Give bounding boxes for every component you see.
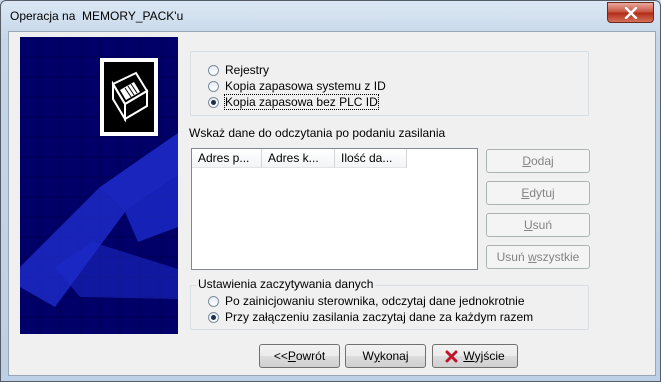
edit-button[interactable]: Edytuj bbox=[486, 181, 590, 205]
remove-button[interactable]: Usuń bbox=[486, 213, 590, 237]
radio-label: Po zainicjowaniu sterownika, odczytaj da… bbox=[225, 294, 525, 308]
edit-label-post: dytuj bbox=[529, 186, 555, 200]
read-addresses-list[interactable]: Adres p... Adres k... Ilość da... bbox=[191, 148, 478, 270]
column-header-end-address[interactable]: Adres k... bbox=[262, 149, 335, 168]
remove-all-button[interactable]: Usuń w szystkie bbox=[486, 245, 590, 269]
x-icon bbox=[445, 350, 458, 362]
radio-label: Rejestry bbox=[225, 63, 270, 77]
list-header: Adres p... Adres k... Ilość da... bbox=[192, 149, 407, 168]
back-button[interactable]: << Powrót bbox=[259, 344, 340, 368]
edit-label-hotkey: E bbox=[521, 186, 530, 200]
exit-button[interactable]: Wyjście bbox=[432, 344, 518, 368]
radio-indicator[interactable] bbox=[208, 295, 219, 307]
memory-pack-icon bbox=[111, 71, 149, 123]
back-label-post: owrót bbox=[295, 349, 326, 363]
read-data-label: Wskaż dane do odczytania po podaniu zasi… bbox=[189, 126, 446, 140]
radio-backup-with-id[interactable]: Kopia zapasowa systemu z ID bbox=[208, 79, 398, 93]
remove-all-label-pre: Usuń bbox=[496, 250, 528, 264]
exit-label-hotkey: W bbox=[463, 349, 475, 363]
radio-backup-without-plc-id[interactable]: Kopia zapasowa bez PLC ID bbox=[208, 94, 379, 110]
column-header-data-count[interactable]: Ilość da... bbox=[335, 149, 407, 168]
dialog-client-area: Rejestry Kopia zapasowa systemu z ID Kop… bbox=[8, 31, 656, 376]
window-title: Operacja na MEMORY_PACK'u bbox=[10, 9, 184, 23]
column-header-start-address[interactable]: Adres p... bbox=[192, 149, 262, 168]
close-button[interactable] bbox=[607, 2, 654, 23]
radio-rejestry[interactable]: Rejestry bbox=[208, 63, 269, 77]
title-bar[interactable]: Operacja na MEMORY_PACK'u bbox=[1, 1, 660, 31]
remove-all-label-hotkey: w bbox=[528, 250, 537, 264]
radio-read-once[interactable]: Po zainicjowaniu sterownika, odczytaj da… bbox=[208, 294, 525, 308]
execute-label-pre: W bbox=[362, 349, 374, 363]
radio-read-every-power-on[interactable]: Przy załączeniu zasilania zaczytaj dane … bbox=[208, 310, 533, 324]
back-label-pre: << bbox=[273, 349, 288, 363]
add-button[interactable]: Dodaj bbox=[486, 149, 590, 173]
execute-label-post: konaj bbox=[379, 349, 409, 363]
close-icon bbox=[624, 6, 637, 19]
exit-label-post: yjście bbox=[474, 349, 505, 363]
radio-indicator-checked[interactable] bbox=[208, 311, 219, 323]
side-banner-image bbox=[20, 37, 178, 334]
memory-pack-logo bbox=[100, 58, 158, 136]
back-label-hotkey: P bbox=[287, 349, 296, 363]
radio-label: Kopia zapasowa systemu z ID bbox=[225, 79, 386, 93]
load-settings-caption: Ustawienia zaczytywania danych bbox=[196, 277, 376, 291]
remove-label-post: suń bbox=[532, 218, 553, 232]
radio-indicator[interactable] bbox=[208, 80, 219, 92]
remove-label-hotkey: U bbox=[523, 218, 533, 232]
execute-button[interactable]: Wy konaj bbox=[345, 344, 426, 368]
radio-label: Przy załączeniu zasilania zaczytaj dane … bbox=[225, 310, 534, 324]
add-label-hotkey: D bbox=[522, 154, 531, 168]
dialog-window: Operacja na MEMORY_PACK'u Rejestry Kopia… bbox=[0, 0, 661, 382]
remove-all-label-post: szystkie bbox=[536, 250, 580, 264]
add-label-post: odaj bbox=[530, 154, 554, 168]
radio-indicator-checked[interactable] bbox=[208, 96, 219, 108]
radio-label: Kopia zapasowa bez PLC ID bbox=[224, 94, 379, 110]
radio-indicator[interactable] bbox=[208, 64, 219, 76]
